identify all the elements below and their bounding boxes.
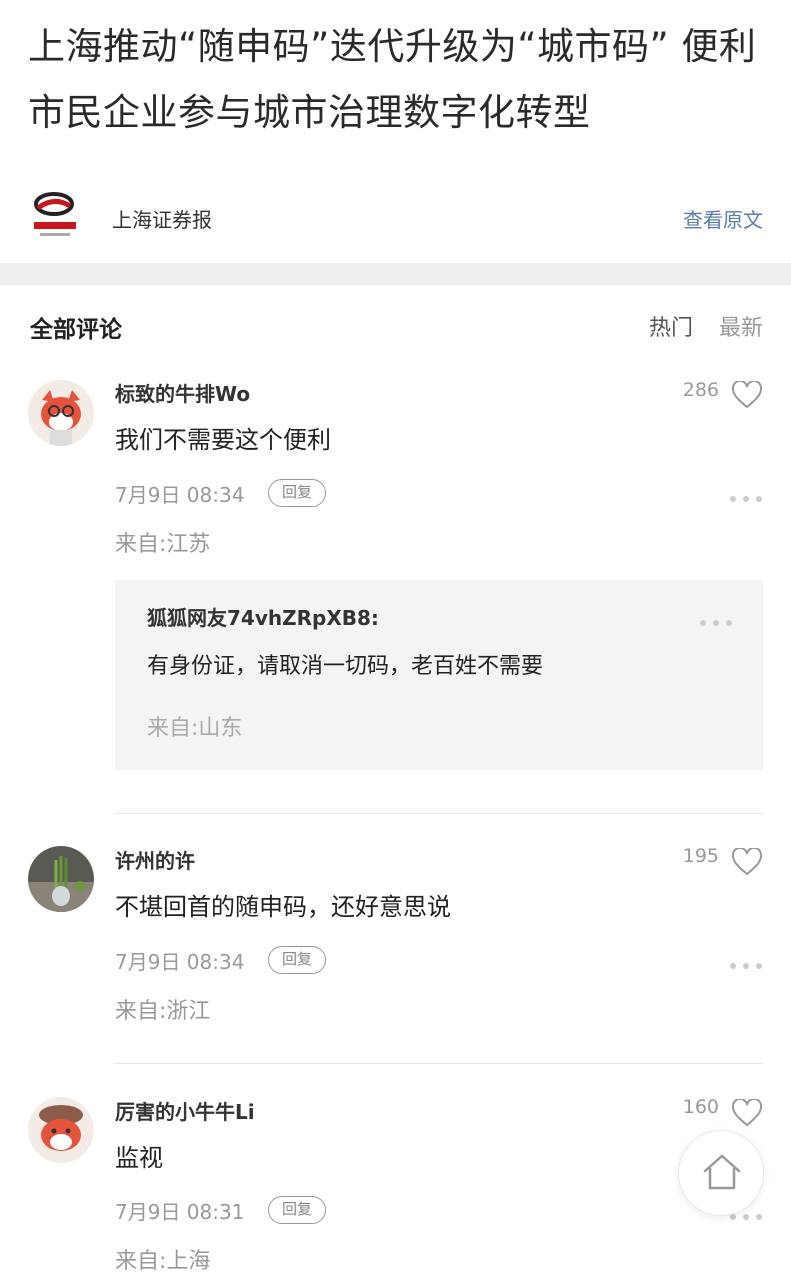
section-separator — [0, 263, 791, 285]
heart-icon[interactable] — [731, 379, 763, 409]
more-options-icon[interactable] — [729, 488, 763, 502]
comment-location: 来自:浙江 — [115, 999, 211, 1024]
comment-time: 7月9日 08:31 — [115, 1200, 245, 1224]
comment-text: 我们不需要这个便利 — [115, 426, 331, 454]
reply-username[interactable]: 狐狐网友74vhZRpXB8: — [147, 602, 379, 631]
comment-time: 7月9日 08:34 — [115, 483, 245, 507]
avatar[interactable] — [28, 1097, 94, 1163]
reply-button[interactable]: 回复 — [268, 479, 326, 507]
comment-location: 来自:江苏 — [115, 532, 211, 557]
comments-title: 全部评论 — [30, 317, 122, 343]
avatar[interactable] — [28, 846, 94, 912]
heart-icon[interactable] — [731, 846, 763, 876]
comment-divider — [115, 1063, 763, 1064]
comments-header: 全部评论 热门 最新 — [0, 300, 791, 350]
sort-new-tab[interactable]: 最新 — [719, 310, 763, 342]
home-button[interactable] — [678, 1130, 764, 1216]
comment-time: 7月9日 08:34 — [115, 950, 245, 974]
comment-text: 监视 — [115, 1144, 163, 1172]
comment-username[interactable]: 标致的牛排Wo — [115, 378, 250, 407]
source-name[interactable]: 上海证券报 — [112, 204, 212, 233]
like-count: 160 — [682, 1096, 719, 1118]
sort-hot-tab[interactable]: 热门 — [649, 310, 693, 342]
avatar[interactable] — [28, 380, 94, 446]
reply-button[interactable]: 回复 — [268, 946, 326, 974]
heart-icon[interactable] — [731, 1097, 763, 1127]
source-logo-icon[interactable] — [30, 190, 80, 242]
comment-username[interactable]: 许州的许 — [115, 845, 195, 874]
reply-text: 有身份证，请取消一切码，老百姓不需要 — [147, 654, 544, 679]
like-count: 286 — [682, 379, 719, 401]
article-title: 上海推动“随申码”迭代升级为“城市码” 便利市民企业参与城市治理数字化转型 — [28, 25, 757, 134]
nested-reply[interactable]: 狐狐网友74vhZRpXB8: 有身份证，请取消一切码，老百姓不需要 来自:山东 — [115, 580, 763, 770]
comment-location: 来自:上海 — [115, 1249, 211, 1274]
comment-text: 不堪回首的随申码，还好意思说 — [115, 893, 451, 921]
more-options-icon[interactable] — [729, 955, 763, 969]
reply-button[interactable]: 回复 — [268, 1196, 326, 1224]
comment-divider — [115, 813, 763, 814]
view-original-link[interactable]: 查看原文 — [683, 204, 763, 233]
source-row: 上海证券报 查看原文 — [0, 186, 791, 246]
reply-location: 来自:山东 — [147, 716, 243, 741]
like-count: 195 — [682, 845, 719, 867]
comment-username[interactable]: 厉害的小牛牛Li — [115, 1096, 255, 1125]
more-options-icon[interactable] — [699, 612, 733, 626]
